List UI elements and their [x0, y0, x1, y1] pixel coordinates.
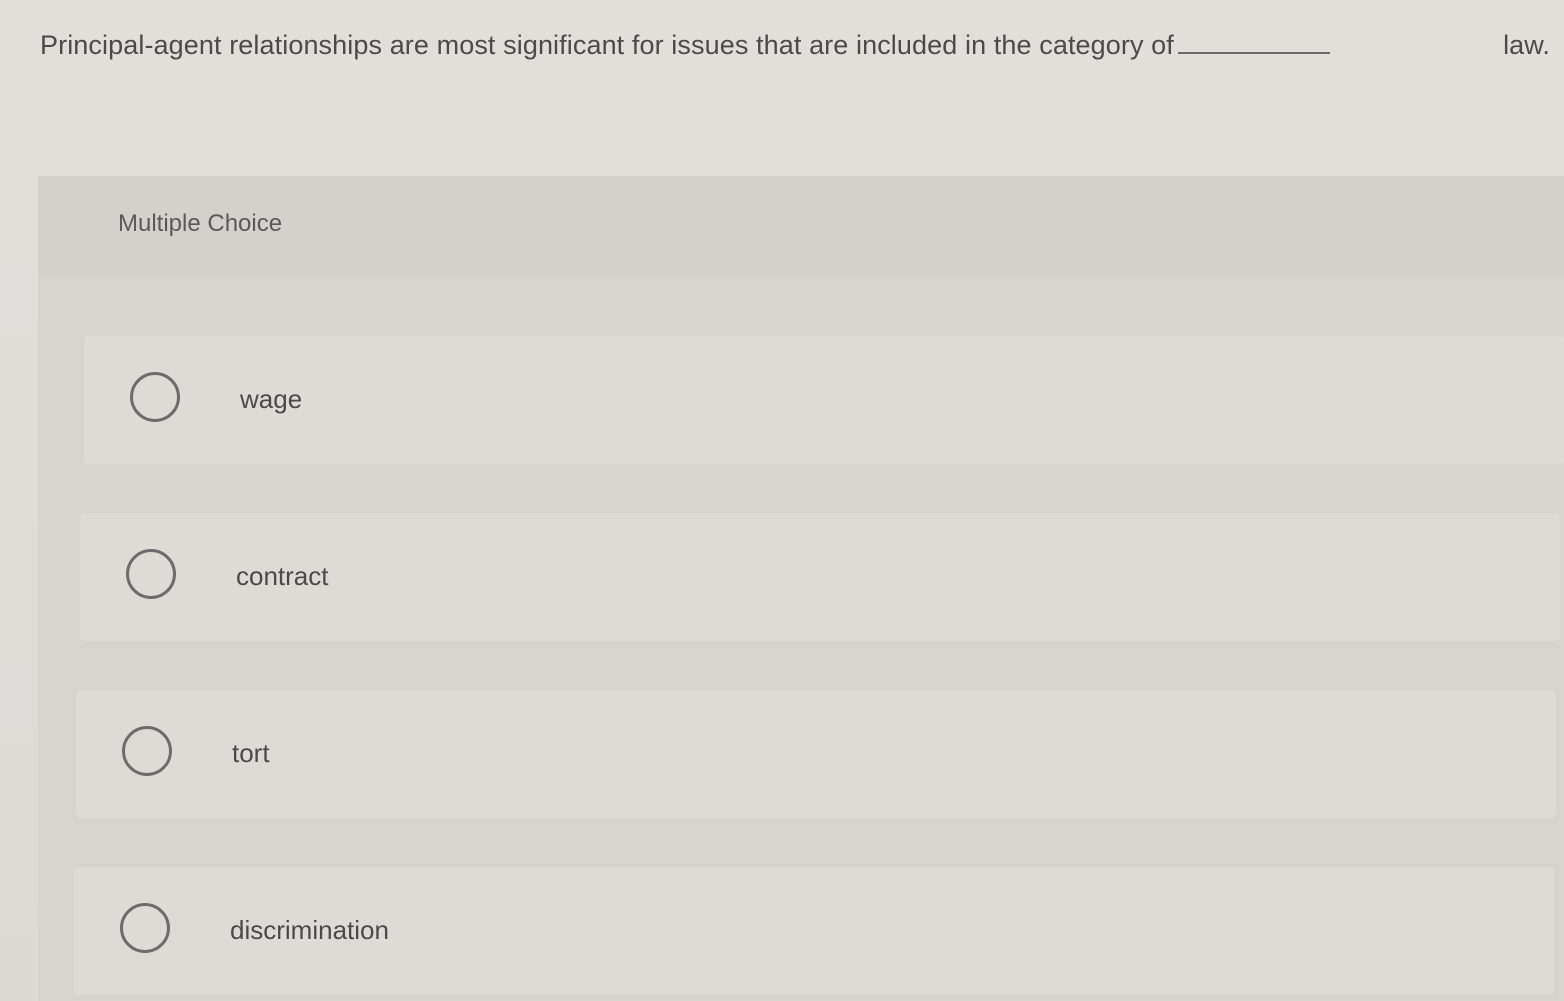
multiple-choice-panel: Multiple Choice wage contract tort discr…: [38, 176, 1564, 1001]
radio-button[interactable]: [126, 549, 176, 599]
option-label: tort: [232, 738, 270, 768]
question-text: Principal-agent relationships are most s…: [40, 30, 1174, 60]
option-wage[interactable]: wage: [84, 336, 1564, 464]
question-prompt: Principal-agent relationships are most s…: [40, 30, 1550, 61]
radio-button[interactable]: [130, 372, 180, 422]
answer-blank: [1177, 32, 1330, 54]
question-text-end: law.: [1503, 30, 1550, 60]
option-label: wage: [240, 384, 303, 414]
option-contract[interactable]: contract: [80, 513, 1560, 641]
option-label: discrimination: [230, 915, 389, 945]
option-tort[interactable]: tort: [76, 690, 1556, 818]
radio-button[interactable]: [120, 903, 170, 953]
radio-button[interactable]: [122, 726, 172, 776]
answer-options: wage contract tort discrimination: [38, 176, 1564, 1001]
option-discrimination[interactable]: discrimination: [74, 867, 1554, 995]
option-label: contract: [236, 561, 329, 591]
